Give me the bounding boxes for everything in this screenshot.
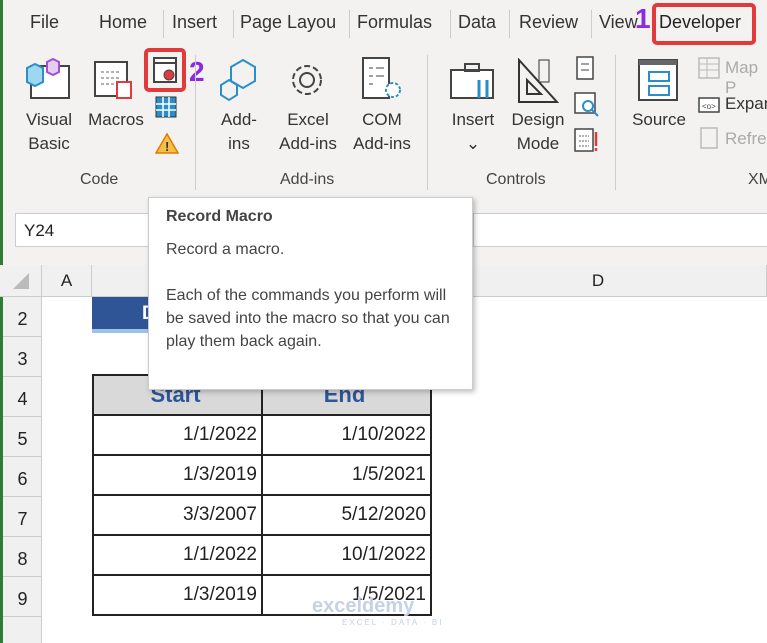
- cell[interactable]: 1/5/2021: [261, 454, 432, 496]
- add-ins-button[interactable]: Add-ins: [213, 108, 265, 156]
- toolbox-icon: [450, 63, 494, 99]
- cell[interactable]: 5/12/2020: [261, 494, 432, 536]
- row-header[interactable]: 3: [3, 337, 42, 377]
- tooltip-summary: Record a macro.: [166, 241, 285, 258]
- expansion-packs-button[interactable]: Expan: [725, 94, 767, 114]
- macros-button[interactable]: Macros: [83, 108, 149, 132]
- com-add-ins-icon: [362, 57, 401, 99]
- row-header[interactable]: 8: [3, 537, 42, 577]
- map-properties-icon[interactable]: [697, 56, 721, 80]
- step-1-label: 1: [635, 3, 651, 34]
- source-icon: [638, 59, 678, 101]
- tab-file[interactable]: File: [30, 12, 59, 33]
- group-xml-label: XM: [748, 171, 767, 188]
- refresh-data-icon[interactable]: [697, 126, 721, 150]
- column-header-a[interactable]: A: [42, 265, 92, 297]
- select-all-button[interactable]: [0, 265, 42, 297]
- view-code-icon[interactable]: [574, 92, 600, 118]
- svg-text:!: !: [165, 139, 169, 154]
- row-header[interactable]: 5: [3, 417, 42, 457]
- tab-review[interactable]: Review: [519, 12, 578, 33]
- map-properties-button[interactable]: Map P: [725, 58, 767, 98]
- tab-home[interactable]: Home: [99, 12, 147, 33]
- ribbon: File Home Insert Page Layou Formulas Dat…: [0, 0, 767, 198]
- tab-developer[interactable]: Developer: [659, 12, 741, 33]
- name-box[interactable]: Y24: [15, 213, 155, 247]
- group-controls-label: Controls: [486, 171, 546, 188]
- row-header[interactable]: 2: [3, 297, 42, 337]
- cell[interactable]: 1/1/2022: [92, 414, 263, 456]
- cell[interactable]: 1/1/2022: [92, 534, 263, 576]
- tooltip-body: Each of the commands you perform will be…: [166, 287, 450, 350]
- column-header-d[interactable]: D: [430, 265, 767, 297]
- tab-data[interactable]: Data: [458, 12, 496, 33]
- cell[interactable]: 10/1/2022: [261, 534, 432, 576]
- watermark-logo: exceldemy EXCEL · DATA · BI: [312, 595, 444, 627]
- svg-text:<o>: <o>: [702, 102, 716, 111]
- group-add-ins-label: Add-ins: [280, 171, 335, 188]
- row-headers: 2 3 4 5 6 7 8 9: [0, 297, 42, 643]
- expansion-packs-icon[interactable]: <o>: [697, 92, 721, 116]
- date-table: Start End 1/1/2022 1/10/2022 1/3/2019 1/5/2…: [92, 374, 432, 616]
- source-button[interactable]: Source: [627, 108, 691, 132]
- com-add-ins-button[interactable]: COM Add-ins: [347, 108, 417, 156]
- cell[interactable]: 3/3/2007: [92, 494, 263, 536]
- gear-icon: [292, 65, 322, 95]
- refresh-data-button[interactable]: Refres: [725, 129, 767, 149]
- group-code-label: Code: [80, 171, 119, 188]
- tab-page-layout[interactable]: Page Layou: [240, 12, 336, 33]
- table-row: 1/1/2022 1/10/2022: [92, 414, 432, 456]
- cell[interactable]: 1/10/2022: [261, 414, 432, 456]
- add-ins-icon: [220, 58, 256, 102]
- macro-security-icon[interactable]: !: [155, 132, 179, 154]
- table-row: 1/1/2022 10/1/2022: [92, 534, 432, 576]
- table-row: 3/3/2007 5/12/2020: [92, 494, 432, 536]
- insert-control-button[interactable]: Insert ⌄: [445, 108, 501, 156]
- tab-insert[interactable]: Insert: [172, 12, 217, 33]
- cell[interactable]: 1/3/2019: [92, 574, 263, 616]
- excel-add-ins-button[interactable]: Excel Add-ins: [273, 108, 343, 156]
- relative-references-icon[interactable]: [155, 96, 177, 118]
- properties-icon[interactable]: [576, 56, 596, 82]
- row-header[interactable]: 6: [3, 457, 42, 497]
- table-row: 1/3/2019 1/5/2021: [92, 454, 432, 496]
- macros-icon: [94, 61, 132, 99]
- row-header[interactable]: 7: [3, 497, 42, 537]
- row-header[interactable]: 9: [3, 577, 42, 617]
- step-2-label: 2: [189, 56, 205, 87]
- cell[interactable]: 1/3/2019: [92, 454, 263, 496]
- visual-basic-button[interactable]: Visual Basic: [21, 108, 77, 156]
- visual-basic-icon: [26, 58, 70, 99]
- row-header[interactable]: 4: [3, 377, 42, 417]
- record-macro-tooltip: Record Macro Record a macro. Each of the…: [148, 197, 473, 390]
- design-mode-icon: [518, 58, 559, 103]
- tab-view[interactable]: View: [599, 12, 638, 33]
- tooltip-title: Record Macro: [166, 208, 273, 225]
- run-dialog-icon[interactable]: [574, 128, 600, 154]
- tab-formulas[interactable]: Formulas: [357, 12, 432, 33]
- record-macro-button[interactable]: [153, 57, 179, 85]
- formula-input[interactable]: [473, 213, 767, 247]
- design-mode-button[interactable]: Design Mode: [505, 108, 571, 156]
